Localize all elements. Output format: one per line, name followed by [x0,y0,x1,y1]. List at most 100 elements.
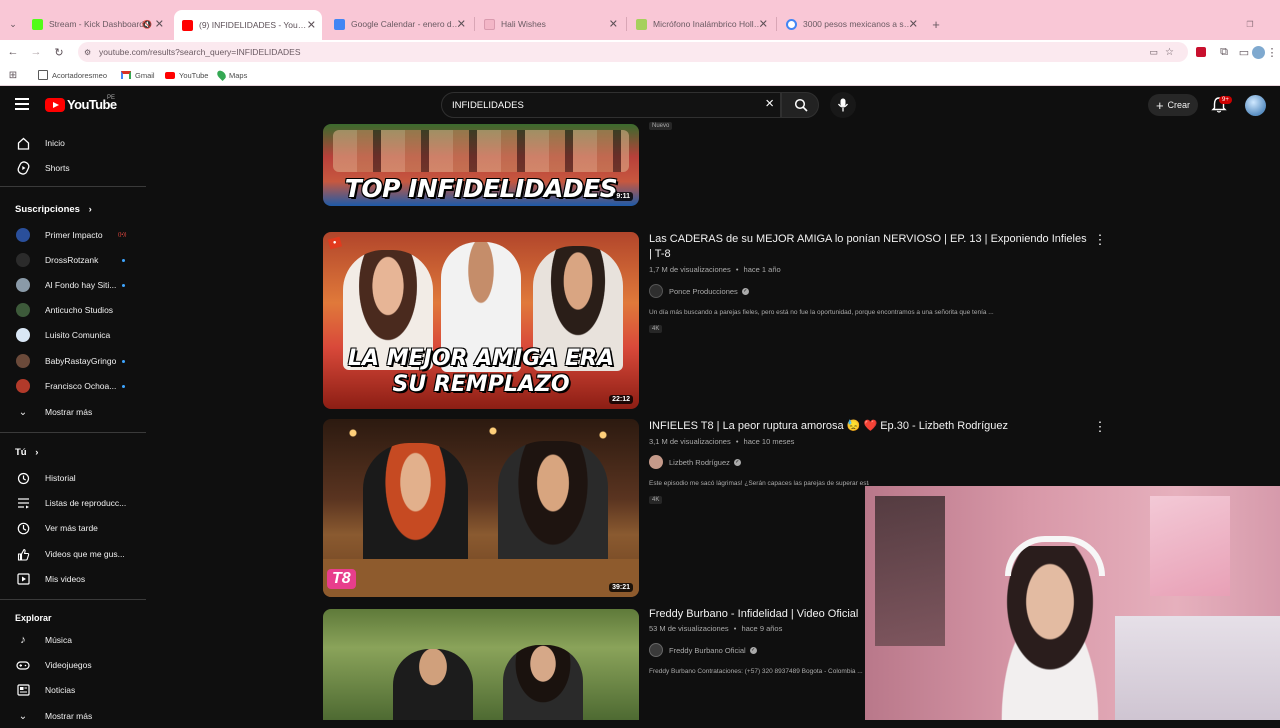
forward-arrow-icon[interactable]: → [28,44,44,60]
tab-hali-wishes[interactable]: Hali Wishes ✕ [476,12,624,36]
sidebar-item-luisito-comunica[interactable]: Luisito Comunica [0,323,148,347]
close-tab-icon[interactable]: ✕ [307,19,316,32]
sidebar-item-al-fondo-hay-sitio[interactable]: Al Fondo hay Siti... [0,273,148,297]
reload-icon[interactable]: ↻ [51,44,67,60]
close-tab-icon[interactable]: ✕ [609,18,618,31]
bookmarks-bar: ⊞ Acortadoresmeo Gmail YouTube Maps [0,64,1280,86]
bookmark-youtube[interactable]: YouTube [165,68,208,82]
tab-muted-icon[interactable]: 🔇 [142,20,152,29]
bookmark-maps[interactable]: Maps [215,68,248,82]
search-button[interactable] [781,92,819,118]
new-content-dot [122,283,125,287]
sidebar-item-label: BabyRastayGringo [45,356,117,366]
new-tab-plus-icon[interactable]: + [928,16,944,32]
shop-favicon-icon [636,18,647,30]
sidebar-item-videojuegos[interactable]: Videojuegos [0,653,148,677]
channel-link[interactable]: Freddy Burbano Oficial ✓ [649,643,757,657]
close-tab-icon[interactable]: ✕ [155,18,164,31]
channel-name: Ponce Producciones [669,286,738,296]
live-indicator-icon: ((•)) [118,232,127,238]
guide-menu-icon[interactable] [15,98,29,110]
bookmark-acortadores[interactable]: Acortadoresmeo [38,68,107,82]
plus-icon: + [1155,97,1164,113]
duration-badge: 39:21 [609,583,633,592]
more-actions-icon[interactable]: ⋮ [1094,232,1107,246]
sidebar-item-babyrastaygringo[interactable]: BabyRastayGringo [0,349,148,373]
sidebar-item-primer-impacto[interactable]: Primer Impacto ((•)) [0,223,148,247]
tab-search-icon[interactable]: ⌄ [5,16,21,32]
sidebar-item-historial[interactable]: Historial [0,466,148,490]
account-avatar[interactable] [1245,95,1266,116]
channel-link[interactable]: Lizbeth Rodríguez ✓ [649,455,741,469]
sidebar-item-noticias[interactable]: Noticias [0,678,148,702]
install-app-icon[interactable]: ▭ [1149,47,1158,58]
close-tab-icon[interactable]: ✕ [759,18,768,31]
sidebar-item-inicio[interactable]: Inicio [0,131,148,155]
sidebar-item-watch-later[interactable]: Ver más tarde [0,516,148,540]
meta-separator: • [735,437,739,446]
sidebar-item-label: Mostrar más [45,407,93,417]
channel-link[interactable]: Ponce Producciones ✓ [649,284,749,298]
clear-search-icon[interactable]: × [765,95,774,112]
sidebar-item-playlists[interactable]: Listas de reproducc... [0,491,148,515]
video-thumbnail[interactable]: ● LA MEJOR AMIGA ERA SU REMPLAZO 22:12 [323,232,639,409]
bookmark-label: Maps [229,70,248,80]
chevron-right-icon: › [35,447,39,458]
gmail-icon [121,71,131,79]
sidebar-item-my-videos[interactable]: Mis videos [0,567,148,591]
folder-icon [38,70,48,80]
video-thumbnail[interactable]: TOP INFIDELIDADES 9:11 [323,124,639,206]
avatar [649,284,663,298]
gaming-icon [16,658,30,672]
playlists-icon [16,496,30,510]
close-tab-icon[interactable]: ✕ [909,18,918,31]
tab-kick[interactable]: Stream - Kick Dashboard 🔇 ✕ [24,12,170,36]
avatar [16,253,30,267]
sidebar-item-liked-videos[interactable]: Videos que me gus... [0,542,148,566]
thumbnail-people-art [333,130,629,172]
search-query-text: INFIDELIDADES [452,100,524,111]
search-input[interactable]: INFIDELIDADES × [441,92,781,118]
duration-badge: 9:11 [613,192,633,201]
apps-grid-icon[interactable]: ⊞ [5,67,21,83]
window-restore-icon[interactable]: ❐ [1242,16,1258,32]
subscriptions-heading[interactable]: Suscripciones › [15,204,92,215]
extensions-puzzle-icon[interactable]: ⧉ [1216,44,1232,60]
video-thumbnail[interactable] [323,609,639,720]
more-actions-icon[interactable]: ⋮ [1094,419,1107,433]
video-thumbnail[interactable]: T8 39:21 [323,419,639,597]
sidebar-item-label: Ver más tarde [45,523,98,533]
browser-menu-icon[interactable]: ⋮ [1264,44,1280,60]
bookmark-gmail[interactable]: Gmail [121,68,155,82]
video-title[interactable]: Las CADERAS de su MEJOR AMIGA lo ponían … [649,232,1089,262]
avatar [16,303,30,317]
sidebar-item-musica[interactable]: ♪ Música [0,628,148,652]
sidebar-explore-show-more[interactable]: ⌄ Mostrar más [0,704,148,728]
sidebar-item-shorts[interactable]: Shorts [0,156,148,180]
extension-red-icon[interactable] [1193,44,1209,60]
youtube-logo-icon[interactable] [45,98,65,112]
sidebar-show-more[interactable]: ⌄ Mostrar más [0,400,148,424]
back-arrow-icon[interactable]: ← [5,44,21,60]
tab-google-calendar[interactable]: Google Calendar - enero de 20 ✕ [326,12,472,36]
sidebar-item-drossrotzank[interactable]: DrossRotzank [0,248,148,272]
sidebar-item-anticucho-studios[interactable]: Anticucho Studios [0,298,148,322]
voice-search-button[interactable] [830,92,856,118]
tab-title: Hali Wishes [501,19,546,29]
google-favicon-icon [786,18,797,30]
tab-youtube[interactable]: (9) INFIDELIDADES - YouTube ✕ [174,10,322,40]
chevron-right-icon: › [88,204,92,215]
sidebar-item-label: Videos que me gus... [45,549,125,559]
video-title[interactable]: INFIELES T8 | La peor ruptura amorosa 😓 … [649,419,1089,434]
tab-google-search[interactable]: 3000 pesos mexicanos a soles ✕ [778,12,924,36]
bookmark-star-icon[interactable]: ☆ [1165,47,1174,58]
tab-microfono[interactable]: Micrófono Inalámbrico Hollyla ✕ [628,12,774,36]
meta-separator: • [735,265,739,274]
close-tab-icon[interactable]: ✕ [457,18,466,31]
sidebar-item-francisco-ochoa[interactable]: Francisco Ochoa... [0,374,148,398]
create-button[interactable]: + Crear [1148,94,1198,116]
address-bar[interactable]: ⚙ youtube.com/results?search_query=INFID… [78,42,1188,62]
site-info-icon[interactable]: ⚙ [84,48,91,57]
you-heading[interactable]: Tú › [15,447,38,458]
chevron-down-icon: ⌄ [18,406,28,418]
